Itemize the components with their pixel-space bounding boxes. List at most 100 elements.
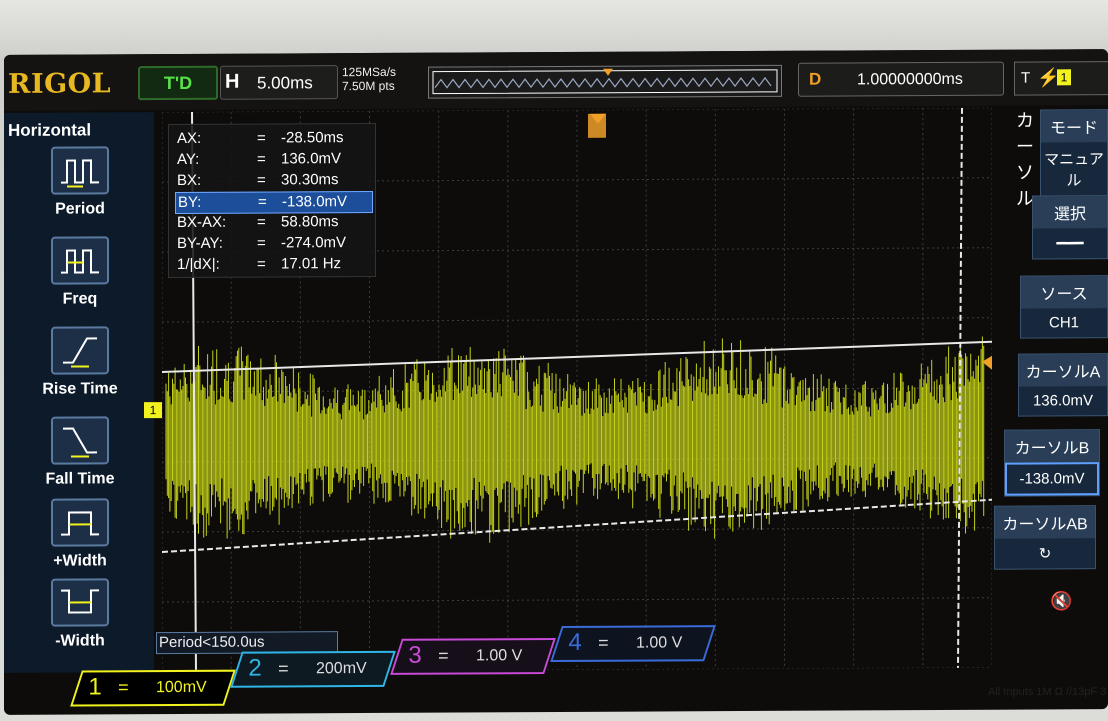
trigger-status-badge: T'D	[138, 65, 218, 101]
cursor-eq: =	[258, 193, 267, 211]
channel-scale: 100mV	[156, 678, 207, 697]
select-button[interactable]: 選択 ━━━	[1032, 195, 1108, 260]
timebase-box[interactable]: H 5.00ms	[220, 65, 338, 100]
channel-number: 1	[88, 673, 102, 701]
channel-number: 3	[408, 641, 422, 669]
cursor-eq: =	[257, 213, 266, 231]
rotate-knob-icon: ↻	[1038, 545, 1052, 563]
measure-rise-time-button[interactable]: Rise Time	[22, 326, 138, 399]
cursor-value: 58.80ms	[281, 213, 339, 231]
cursor-value: -28.50ms	[281, 129, 344, 147]
cursor-key: BY:	[178, 193, 202, 211]
cursor-key: AX:	[177, 129, 202, 147]
measure-label: Freq	[62, 290, 98, 308]
cursor-key: BX:	[177, 171, 202, 189]
cursor-row: BX: = 30.30ms	[175, 170, 371, 191]
freq-icon	[51, 236, 109, 285]
cursor-b-button[interactable]: カーソルB -138.0mV	[1004, 429, 1100, 497]
rise-time-icon	[51, 326, 109, 375]
cursor-a-header: カーソルA	[1019, 354, 1107, 387]
memory-depth: 7.50M pts	[342, 78, 395, 94]
trigger-source-box[interactable]: T ⚡ 1	[1014, 61, 1108, 96]
cursor-b-header: カーソルB	[1005, 430, 1099, 463]
timebase-value: 5.00ms	[257, 73, 313, 93]
trigger-delay-box[interactable]: D 1.00000000ms	[798, 61, 1004, 97]
cursor-eq: =	[257, 150, 266, 168]
delay-value: 1.00000000ms	[857, 70, 963, 89]
cursor-eq: =	[257, 234, 266, 252]
cursor-ab-header: カーソルAB	[995, 506, 1095, 539]
cursor-eq: =	[257, 255, 266, 273]
source-header: ソース	[1021, 276, 1107, 309]
measure-label: Rise Time	[42, 380, 118, 398]
cursor-b-value: -138.0mV	[1005, 462, 1099, 496]
channel-scale: 1.00 V	[636, 634, 683, 652]
cursor-row: AY: = 136.0mV	[175, 149, 371, 170]
memory-timeline	[428, 64, 782, 99]
period-icon	[51, 146, 109, 195]
source-button[interactable]: ソース CH1	[1020, 275, 1108, 339]
measure-freq-button[interactable]: Freq	[22, 236, 138, 309]
cursor-eq: =	[257, 171, 266, 189]
cursor-value: -274.0mV	[281, 234, 347, 252]
speaker-mute-icon[interactable]: 🔇	[1050, 591, 1072, 612]
measure-plus-width-button[interactable]: +Width	[22, 498, 138, 571]
channel-eq: =	[598, 632, 609, 653]
plus-width-icon	[51, 498, 109, 547]
select-line-icon: ━━━	[1056, 235, 1084, 253]
mode-header: モード	[1041, 110, 1107, 143]
trigger-time-marker	[588, 113, 606, 138]
mode-button[interactable]: モード マニュアル	[1040, 109, 1108, 198]
measure-label: Period	[55, 200, 105, 218]
channel-scale: 200mV	[316, 659, 367, 678]
measure-label: Fall Time	[45, 470, 115, 488]
cursor-a-value: 136.0mV	[1032, 392, 1094, 410]
measure-fall-time-button[interactable]: Fall Time	[22, 416, 138, 489]
channel-eq: =	[278, 658, 289, 679]
select-header: 選択	[1033, 196, 1107, 229]
cursor-eq: =	[257, 129, 266, 147]
cursor-b-line[interactable]	[162, 498, 992, 554]
cursor-key: BX-AX:	[177, 213, 227, 231]
channel-scale: 1.00 V	[476, 647, 523, 665]
measure-period-button[interactable]: Period	[22, 146, 138, 219]
cursor-row: 1/|dX|: = 17.01 Hz	[175, 254, 371, 275]
ch3-scale-box[interactable]: 3 = 1.00 V	[390, 638, 556, 675]
mode-value: マニュアル	[1044, 151, 1104, 190]
cursor-value: 30.30ms	[281, 171, 339, 189]
ch1-offset-marker: 1	[144, 402, 162, 419]
timeline-waveform-icon	[432, 68, 778, 95]
brand-logo: RIGOL	[8, 68, 112, 100]
measure-menu-title: Horizontal	[8, 120, 92, 140]
ch4-scale-box[interactable]: 4 = 1.00 V	[550, 625, 716, 663]
cursor-key: AY:	[177, 150, 200, 168]
cursor-key: BY-AY:	[177, 234, 223, 252]
scope-screen: RIGOL T'D H 5.00ms 125MSa/s 7.50M pts D …	[4, 49, 1108, 715]
trigger-channel-badge: 1	[1057, 69, 1071, 86]
cursor-value: 136.0mV	[281, 150, 342, 168]
top-status-bar: RIGOL T'D H 5.00ms 125MSa/s 7.50M pts D …	[4, 49, 1108, 111]
acquisition-info: 125MSa/s 7.50M pts	[342, 65, 396, 93]
ch2-scale-box[interactable]: 2 = 200mV	[230, 650, 396, 688]
cursor-row: BX-AX: = 58.80ms	[175, 212, 371, 233]
horizontal-measure-menu: Horizontal Period Freq Rise Time Fall Ti…	[4, 112, 154, 673]
cursor-value: -138.0mV	[282, 193, 348, 211]
cursor-key: 1/|dX|:	[177, 255, 220, 273]
channel-number: 4	[568, 628, 582, 656]
sample-rate: 125MSa/s	[342, 64, 397, 80]
cursor-readout-panel: AX: = -28.50ms AY: = 136.0mV BX: = 30.30ms BY:…	[168, 122, 376, 279]
channel-eq: =	[438, 645, 449, 666]
channel-status-bar: Period<150.0us 1 = 100mV 2 = 200mV 3 = 1…	[4, 621, 1108, 715]
minus-width-icon	[51, 578, 109, 627]
cursor-a-button[interactable]: カーソルA 136.0mV	[1018, 353, 1108, 417]
delay-label: D	[809, 69, 822, 89]
source-value: CH1	[1048, 314, 1079, 332]
channel-number: 2	[248, 654, 262, 682]
measure-label: +Width	[53, 552, 107, 570]
ch1-scale-box[interactable]: 1 = 100mV	[70, 669, 236, 707]
cursor-ab-button[interactable]: カーソルAB ↻	[994, 505, 1096, 570]
cursor-row-selected: BY: = -138.0mV	[175, 190, 373, 214]
channel-eq: =	[118, 677, 129, 698]
cursor-value: 17.01 Hz	[281, 255, 342, 273]
fall-time-icon	[51, 416, 109, 465]
